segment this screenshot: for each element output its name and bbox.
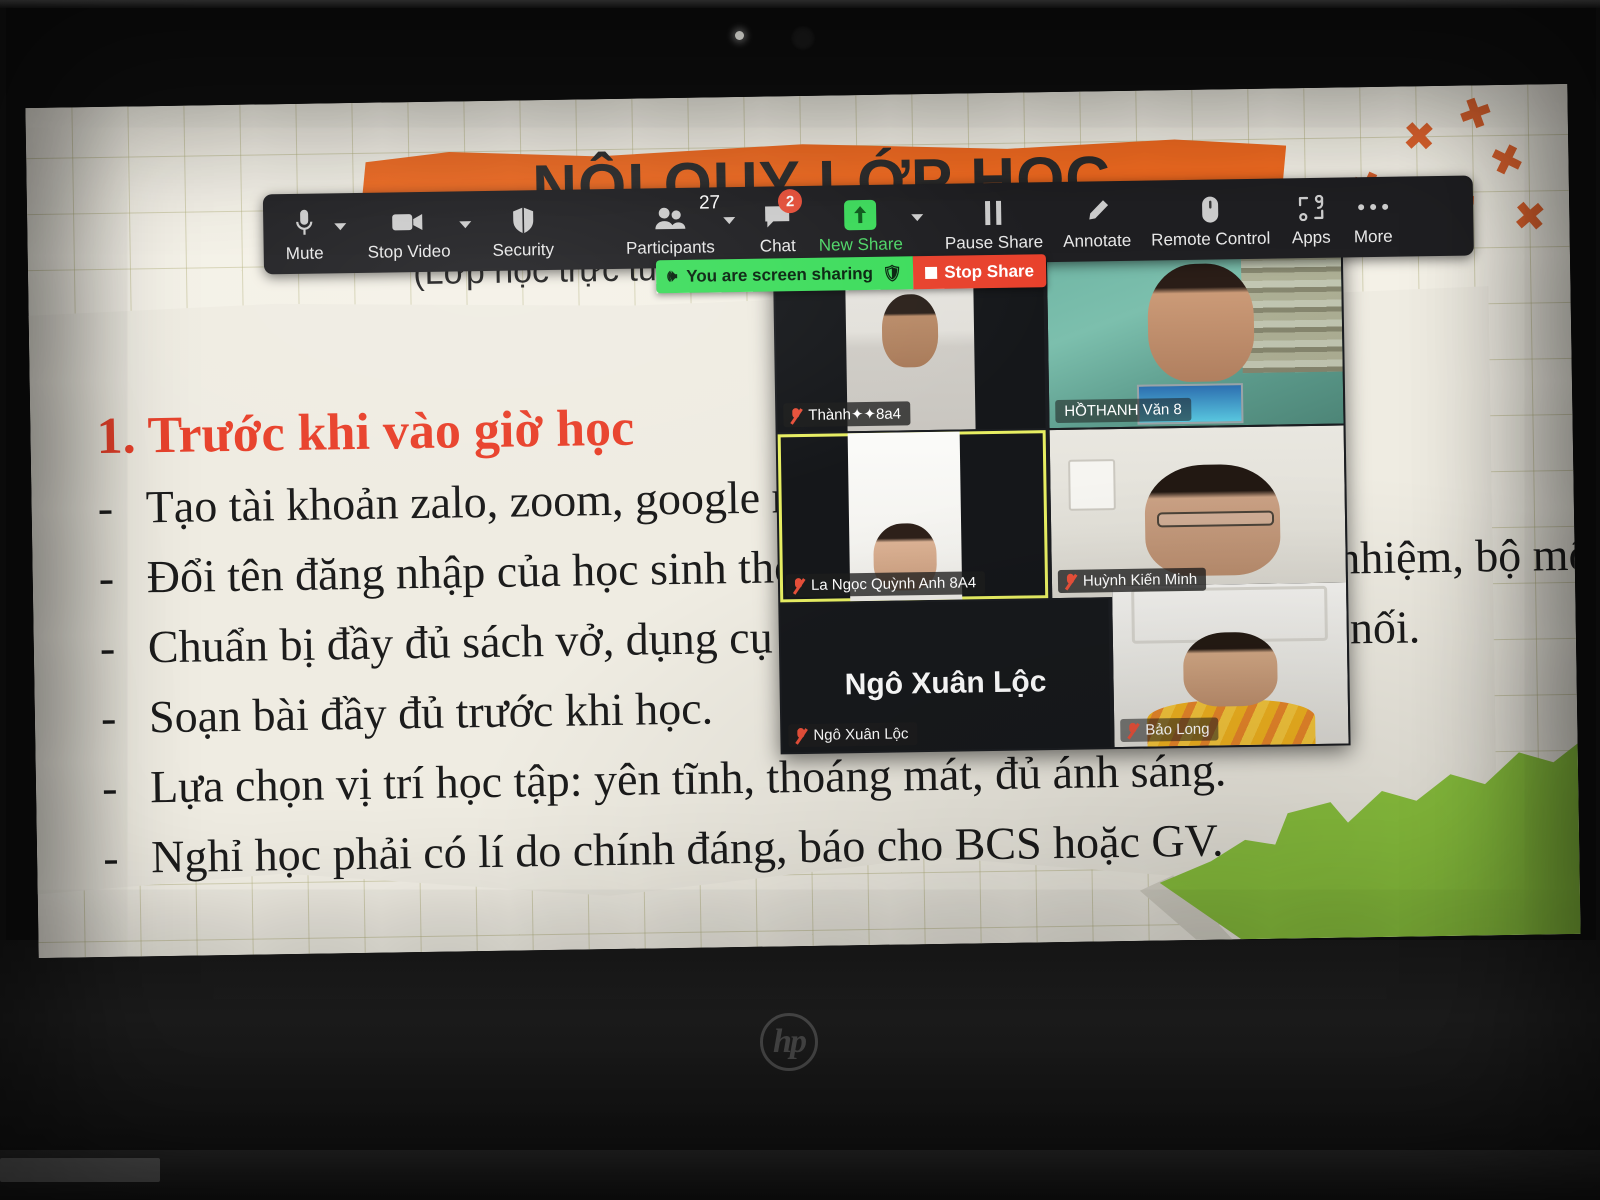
toolbar-button-security[interactable]: Security	[482, 193, 565, 268]
hp-logo-icon: hp	[760, 1013, 818, 1071]
microphone-icon	[293, 206, 316, 240]
x-mark-icon: ✖	[1504, 197, 1553, 234]
participant-name: Bảo Long	[1145, 720, 1210, 739]
ceiling-light-object	[1130, 585, 1329, 644]
toolbar-button-participants[interactable]: 27 Participants	[615, 190, 725, 266]
chevron-glyph	[911, 213, 924, 221]
video-tile-la-ngoc-quynh-anh[interactable]: La Ngọc Quỳnh Anh 8A4	[777, 430, 1049, 603]
share-highlight-box	[844, 199, 877, 230]
toolbar-button-stop-video[interactable]: Stop Video	[357, 194, 461, 270]
sharing-indicator: 🕪 You are screen sharing 🛡	[655, 256, 914, 294]
toolbar-button-annotate[interactable]: Annotate	[1052, 184, 1141, 259]
laptop-screen: ✖✖✖✖✖✖ NỘI QUY LỚP HỌC (Lớp học trực tuy…	[25, 83, 1581, 959]
slide-bullet-item: - Nghỉ học phải có lí do chính đáng, báo …	[103, 808, 1564, 884]
people-icon	[653, 200, 688, 235]
bullet-marker: -	[101, 761, 118, 814]
bullet-marker: -	[97, 481, 114, 534]
desk-surface	[0, 1150, 1600, 1200]
toolbar-button-chat[interactable]: 2 Chat	[746, 188, 809, 264]
toolbar-button-pause-share[interactable]: Pause Share	[934, 185, 1053, 261]
stop-share-label: Stop Share	[944, 260, 1035, 282]
chevron-glyph	[459, 220, 472, 228]
bullet-marker: -	[100, 691, 117, 744]
participant-name-badge: Huỳnh Kiến Minh	[1057, 567, 1207, 594]
x-mark-icon: ✖	[1401, 113, 1437, 161]
toolbar-button-label: Apps	[1291, 227, 1331, 247]
participant-name: HỒTHANH Văn 8	[1064, 401, 1182, 420]
toolbar-button-label: Remote Control	[1151, 228, 1271, 249]
participants-count: 27	[698, 192, 721, 214]
laptop-top-edge	[0, 0, 1600, 8]
bullet-text: Tạo tài khoản zalo, zoom, google meet.	[145, 469, 873, 533]
bullet-text: Nghỉ học phải có lí do chính đáng, báo c…	[150, 814, 1224, 883]
ellipsis-icon	[1357, 189, 1390, 223]
apps-icon	[1297, 190, 1326, 224]
stop-share-button[interactable]: Stop Share	[913, 254, 1047, 290]
toolbar-button-label: Annotate	[1063, 230, 1132, 251]
mic-muted-icon	[789, 406, 802, 423]
video-tile-hothanh-van[interactable]: HỒTHANH Văn 8	[1046, 239, 1344, 429]
x-mark-icon: ✖	[1478, 136, 1533, 184]
participant-name: Ngô Xuân Lộc	[813, 725, 909, 744]
active-speaker-name-overlay: Ngô Xuân Lộc	[844, 665, 1047, 702]
participant-name-badge: Ngô Xuân Lộc	[788, 722, 918, 748]
toolbar-button-label: Chat	[759, 235, 796, 256]
chevron-glyph	[334, 222, 347, 230]
toolbar-button-label: New Share	[818, 233, 904, 255]
participant-name-badge: Thành✦✦8a4	[783, 401, 911, 428]
screen-share-status-bar[interactable]: 🕪 You are screen sharing 🛡 Stop Share	[655, 254, 1047, 294]
video-tile-bao-long[interactable]: Bảo Long	[1112, 582, 1349, 748]
chat-unread-badge: 2	[777, 188, 803, 214]
mic-muted-icon	[794, 727, 807, 744]
webcam-led-icon	[735, 31, 744, 40]
laptop-photograph: hp ✖✖✖✖✖✖ NỘI QUY LỚP HỌC (Lớp học trực …	[0, 0, 1600, 1200]
video-tile-ngo-xuan-loc[interactable]: Ngô Xuân Lộc Ngô Xuân Lộc	[780, 599, 1111, 753]
mic-muted-icon	[792, 577, 805, 594]
toolbar-button-label: Security	[492, 239, 555, 260]
mouse-icon	[1201, 192, 1220, 226]
participant-name: Huỳnh Kiến Minh	[1082, 570, 1198, 590]
wall-switch-object	[1067, 459, 1116, 511]
toolbar-button-remote-control[interactable]: Remote Control	[1140, 181, 1280, 257]
video-tile-huynh-kien-minh[interactable]: Huỳnh Kiến Minh	[1049, 425, 1347, 599]
sharing-label: You are screen sharing	[686, 263, 874, 286]
participant-name-badge: HỒTHANH Văn 8	[1055, 397, 1192, 424]
toolbar-button-label: More	[1353, 226, 1393, 246]
bullet-text: Soạn bài đầy đủ trước khi học.	[148, 682, 714, 743]
participant-name-badge: La Ngọc Quỳnh Anh 8A4	[785, 571, 986, 598]
webcam-lens-icon	[790, 25, 816, 51]
shield-check-icon: 🛡	[881, 264, 903, 283]
desk-object	[0, 1158, 160, 1182]
toolbar-button-label: Participants	[625, 236, 715, 258]
x-mark-icon: ✖	[1449, 86, 1500, 143]
stop-square-icon	[925, 266, 938, 279]
bullet-text: Lựa chọn vị trí học tập: yên tĩnh, thoán…	[149, 744, 1227, 813]
share-up-arrow-icon	[844, 197, 877, 231]
eyeglasses-object	[1156, 510, 1275, 528]
toolbar-button-label: Stop Video	[367, 241, 451, 262]
toolbar-button-mute[interactable]: Mute	[273, 196, 336, 271]
pencil-icon	[1083, 194, 1110, 228]
toolbar-button-new-share[interactable]: New Share	[808, 187, 913, 263]
shield-icon	[511, 203, 536, 237]
mic-muted-icon	[1064, 573, 1077, 590]
toolbar-button-more[interactable]: More	[1341, 180, 1404, 255]
bullet-marker: -	[98, 551, 115, 604]
toolbar-button-apps[interactable]: Apps	[1279, 181, 1342, 256]
chevron-glyph	[723, 216, 736, 224]
participant-name-badge: Bảo Long	[1120, 717, 1219, 743]
mic-muted-icon	[1126, 722, 1139, 739]
participant-name: La Ngọc Quỳnh Anh 8A4	[810, 574, 977, 594]
bullet-marker: -	[99, 621, 116, 674]
video-camera-icon	[391, 204, 426, 239]
toolbar-button-label: Mute	[285, 242, 324, 263]
bullet-marker: -	[102, 831, 119, 884]
sound-wave-icon: 🕪	[667, 267, 678, 285]
pause-icon	[981, 195, 1006, 229]
participant-name: Thành✦✦8a4	[808, 405, 902, 424]
zoom-video-thumbnail-panel[interactable]: Thành✦✦8a4 HỒTHANH Văn 8 La Ngọc Quỳnh A…	[772, 237, 1351, 755]
toolbar-button-label: Pause Share	[944, 231, 1044, 253]
slide-section-heading: 1. Trước khi vào giờ học	[96, 399, 635, 466]
